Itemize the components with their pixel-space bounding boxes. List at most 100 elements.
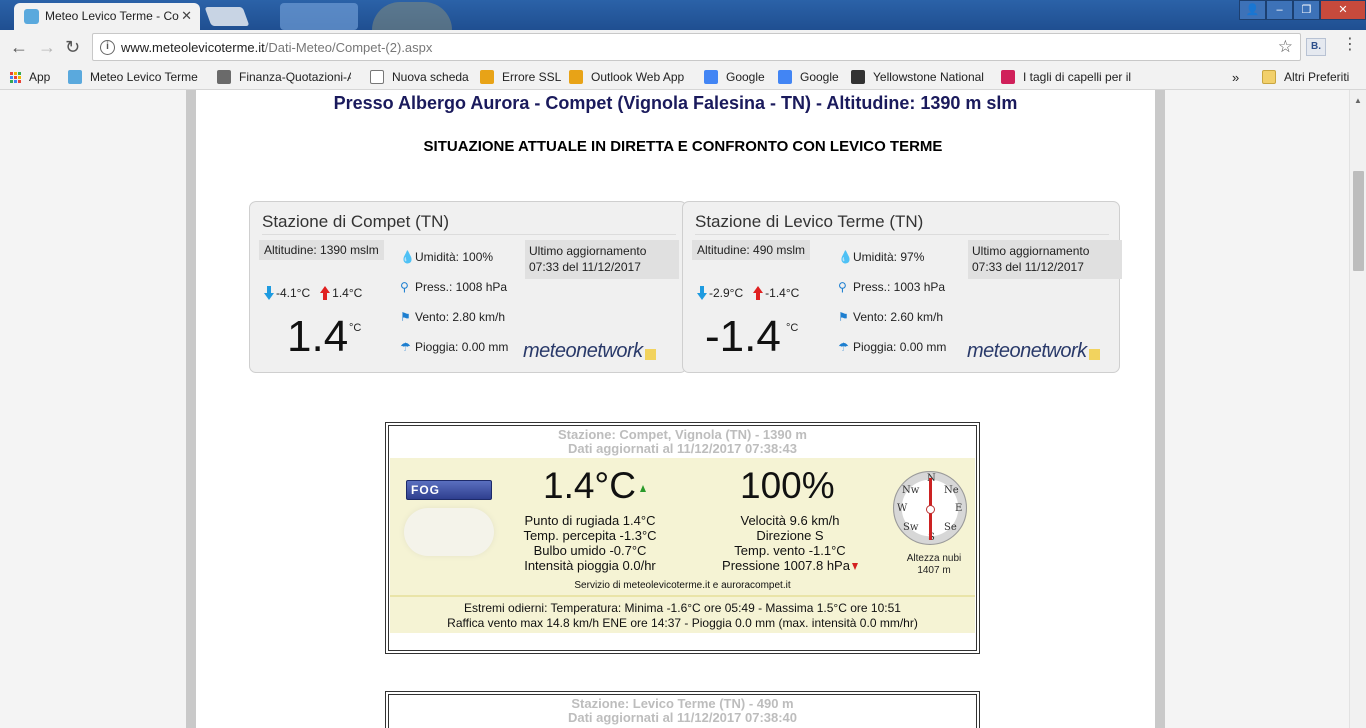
humidity-text: Umidità: 100% — [415, 250, 494, 264]
bookmark-label: Google — [726, 70, 765, 84]
bookmark-label: Google — [800, 70, 839, 84]
trend-up-icon — [639, 484, 646, 492]
new-tab-button[interactable] — [204, 7, 250, 26]
meteonetwork-logo[interactable]: meteonetwork — [523, 340, 656, 363]
dew-point: Punto di rugiada 1.4°C — [524, 513, 656, 528]
bookmark-label: Errore SSL — [502, 70, 562, 84]
box-left-list: Punto di rugiada 1.4°C Temp. percepita -… — [510, 513, 670, 573]
tab-title: Meteo Levico Terme - Co — [45, 9, 179, 23]
wet-bulb: Bulbo umido -0.7°C — [533, 543, 647, 558]
bookmarks-overflow-button[interactable]: » — [1232, 68, 1239, 86]
widget-updated: Ultimo aggiornamento 07:33 del 11/12/201… — [525, 240, 679, 279]
info-icon[interactable]: i — [100, 40, 115, 55]
pin-icon — [1001, 70, 1015, 84]
bookmark-item[interactable]: Nuova scheda — [370, 68, 469, 86]
google-icon — [704, 70, 718, 84]
reload-icon[interactable]: ↻ — [65, 37, 80, 57]
chart-icon — [217, 70, 231, 84]
min-arrow-icon — [264, 286, 274, 300]
rain-text: Pioggia: 0.00 mm — [415, 340, 509, 354]
wind-speed: Velocità 9.6 km/h — [740, 513, 840, 528]
widget-unit: °C — [349, 322, 362, 334]
pressure-row: Pressione 1007.8 hPa — [705, 558, 875, 573]
trend-down-icon — [851, 563, 858, 571]
window-controls: 👤 – ❐ ✕ — [1239, 0, 1366, 20]
page-title: Presso Albergo Aurora - Compet (Vignola … — [333, 93, 1018, 113]
current-panel: FOG 1.4°C 100% Punto di rugiada 1.4°C Te… — [390, 458, 975, 595]
max-arrow-icon — [753, 286, 764, 300]
minimize-button[interactable]: – — [1266, 0, 1293, 20]
wind-icon: ⚑ — [838, 310, 849, 324]
scrollbar-thumb[interactable] — [1353, 171, 1364, 271]
scroll-up-icon[interactable]: ▲ — [1354, 96, 1362, 105]
maximize-button[interactable]: ❐ — [1293, 0, 1320, 20]
box-humidity: 100% — [740, 465, 835, 506]
url-host: www.meteolevicoterme.it — [121, 40, 265, 55]
widget-min: -2.9°C — [709, 286, 744, 300]
window-titlebar: Meteo Levico Terme - Co ✕ 👤 – ❐ ✕ — [0, 0, 1366, 30]
bookmark-item[interactable]: Outlook Web App — [569, 68, 684, 86]
box-right-list: Velocità 9.6 km/h Direzione S Temp. vent… — [705, 513, 875, 573]
widget-minmax: -4.1°C 1.4°C — [264, 286, 362, 300]
widget-altitude: Altitudine: 490 mslm — [692, 240, 811, 260]
widget-title: Stazione di Compet (TN) — [262, 212, 676, 235]
pressure-icon: ⚲ — [838, 280, 847, 294]
compass-nw: Nw — [902, 485, 920, 496]
updated-time: 07:33 del 11/12/2017 — [529, 260, 641, 274]
bookmark-star-icon[interactable]: ☆ — [1278, 37, 1293, 57]
umbrella-icon: ☂ — [400, 340, 411, 354]
menu-icon[interactable]: ⋮ — [1342, 37, 1358, 53]
titlebar-decoration — [372, 2, 452, 30]
max-arrow-icon — [320, 286, 331, 300]
address-bar[interactable]: i www.meteolevicoterme.it/Dati-Meteo/Com… — [92, 33, 1301, 61]
bookmark-label: Meteo Levico Terme — [90, 70, 198, 84]
widget-pressure: ⚲ Press.: 1003 hPa — [838, 280, 945, 294]
station-widget-levico: Stazione di Levico Terme (TN) Altitudine… — [682, 201, 1122, 373]
widget-humidity: 💧 Umidità: 97% — [838, 250, 924, 264]
outlook-icon — [569, 70, 583, 84]
extremes-panel: Estremi odierni: Temperatura: Minima -1.… — [390, 597, 975, 633]
bookmark-item[interactable]: Errore SSL — [480, 68, 561, 86]
page-viewport: Presso Albergo Aurora - Compet (Vignola … — [0, 90, 1349, 728]
box-updated: Dati aggiornati al 11/12/2017 07:38:43 — [567, 441, 798, 456]
forward-arrow-icon[interactable]: → — [38, 37, 56, 57]
cloud-height-label: Altezza nubi — [906, 553, 962, 564]
compass-sw: Sw — [903, 522, 919, 533]
tab-close-icon[interactable]: ✕ — [181, 8, 192, 24]
widget-wind: ⚑ Vento: 2.60 km/h — [838, 310, 943, 324]
back-arrow-icon[interactable]: ← — [10, 37, 28, 57]
browser-tab[interactable]: Meteo Levico Terme - Co ✕ — [14, 3, 200, 30]
widget-rain: ☂ Pioggia: 0.00 mm — [838, 340, 946, 354]
feels-like: Temp. percepita -1.3°C — [523, 528, 657, 543]
widget-max: 1.4°C — [332, 286, 363, 300]
pressure-value: Pressione 1007.8 hPa — [722, 558, 850, 573]
wind-icon: ⚑ — [400, 310, 411, 324]
min-arrow-icon — [697, 286, 707, 300]
extension-icon[interactable]: B. — [1306, 38, 1326, 56]
meteonetwork-logo[interactable]: meteonetwork — [967, 340, 1100, 363]
widget-altitude: Altitudine: 1390 mslm — [259, 240, 384, 260]
bookmark-item[interactable]: Meteo Levico Terme — [68, 68, 198, 86]
bookmark-item[interactable]: Google — [778, 68, 839, 86]
widget-unit: °C — [786, 322, 799, 334]
box-station: Stazione: Levico Terme (TN) - 490 m — [571, 696, 794, 711]
url-text[interactable]: www.meteolevicoterme.it/Dati-Meteo/Compe… — [121, 40, 432, 55]
bookmark-item[interactable]: I tagli di capelli per il — [1001, 68, 1131, 86]
widget-minmax: -2.9°C -1.4°C — [697, 286, 799, 300]
user-icon[interactable]: 👤 — [1239, 0, 1266, 20]
vertical-scrollbar[interactable]: ▲ — [1349, 90, 1366, 728]
box-temperature: 1.4°C — [543, 465, 646, 507]
bookmark-other[interactable]: Altri Preferiti — [1262, 68, 1349, 86]
bookmark-item[interactable]: Finanza-Quotazioni-A — [217, 68, 351, 86]
close-window-button[interactable]: ✕ — [1320, 0, 1366, 20]
url-path: /Dati-Meteo/Compet-(2).aspx — [264, 40, 433, 55]
bookmark-item[interactable]: Yellowstone National — [851, 68, 984, 86]
cloud-height-value: 1407 m — [917, 565, 951, 576]
compass-ne: Ne — [944, 485, 959, 496]
brand-text: meteonetwork — [967, 340, 1087, 362]
outlook-icon — [480, 70, 494, 84]
bookmark-apps[interactable]: App — [10, 68, 50, 86]
box-temp-value: 1.4°C — [543, 465, 636, 506]
widget-temperature: 1.4 — [287, 312, 349, 361]
bookmark-item[interactable]: Google — [704, 68, 765, 86]
